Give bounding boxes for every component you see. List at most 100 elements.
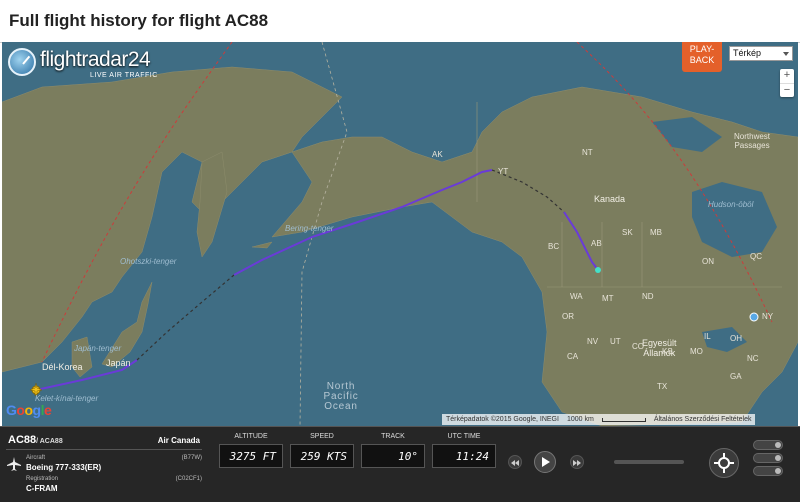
fast-forward-icon (573, 460, 581, 466)
radar-icon (8, 48, 36, 76)
google-letter: e (43, 402, 52, 418)
ocean-label-line-3: Ocean (324, 401, 358, 412)
map-scale-label: 1000 km (566, 416, 594, 423)
map-data-credit: Térképadatok ©2015 Google, INEGI (446, 416, 559, 423)
map-label-ab: AB (591, 239, 602, 248)
flight-map[interactable]: flightradar24 LIVE AIR TRAFFIC PLAY- BAC… (2, 42, 798, 426)
map-label-ut: UT (610, 337, 621, 346)
airplane-icon (7, 457, 21, 471)
map-label-nv: NV (587, 337, 599, 346)
logo-brand-text: flightradar24 (40, 48, 151, 71)
registration-code: (C02CF1) (175, 476, 202, 482)
aircraft-code: (B77W) (181, 455, 202, 461)
gauge-value: 10° (361, 444, 425, 468)
gauge-label: ALTITUDE (234, 433, 268, 440)
flight-callsign: AC88/ ACA88 (8, 434, 63, 446)
map-type-select[interactable]: Térkép (729, 46, 793, 61)
gauge-label: UTC TIME (447, 433, 481, 440)
flightradar24-logo: flightradar24 LIVE AIR TRAFFIC (8, 48, 158, 82)
map-label-ks: KS (662, 347, 673, 356)
zoom-out-button[interactable]: − (780, 84, 794, 98)
map-label-nt: NT (582, 148, 593, 157)
zoom-control: + − (780, 69, 794, 97)
divider (6, 449, 202, 450)
map-label-bc: BC (548, 242, 560, 251)
map-label-nd: ND (642, 292, 654, 301)
map-label-bering: Bering-tenger (285, 224, 334, 233)
northwest-line-2: Passages (734, 141, 770, 150)
map-label-wa: WA (570, 292, 583, 301)
map-scale-bar (601, 417, 646, 422)
altitude-gauge: ALTITUDE 3275 FT (219, 433, 283, 468)
map-label-northwest-passages: Northwest Passages (734, 132, 770, 150)
map-label-mb: MB (650, 228, 662, 237)
map-label-kanada: Kanada (594, 194, 626, 204)
chevron-down-icon (783, 52, 789, 56)
map-label-tx: TX (657, 382, 668, 391)
map-attribution: Térképadatok ©2015 Google, INEGI 1000 km… (442, 414, 756, 425)
map-label-ohotszki: Ohotszki-tenger (120, 257, 177, 266)
map-label-mt: MT (602, 294, 614, 303)
map-label-ny: NY (762, 312, 774, 321)
zoom-in-button[interactable]: + (780, 69, 794, 84)
playback-button[interactable]: PLAY- BACK (682, 42, 722, 72)
map-label-north-pacific: North Pacific Ocean (320, 382, 362, 412)
map-label-japan-tenger: Japán-tenger (74, 344, 122, 353)
map-label-del-korea: Dél-Korea (42, 362, 83, 372)
page-title: Full flight history for flight AC88 (9, 11, 269, 30)
flight-info-panel: AC88/ ACA88 Air Canada Aircraft (B77W) B… (0, 426, 800, 502)
gauge-value: 11:24 (432, 444, 496, 468)
map-label-ca: CA (567, 352, 579, 361)
registration-label: Registration (26, 476, 59, 482)
center-map-button[interactable] (709, 448, 739, 478)
toggle-night-mode[interactable] (753, 440, 783, 450)
map-label-il: IL (704, 332, 711, 341)
callsign-value: AC88 (8, 434, 37, 446)
title-bar: Full flight history for flight AC88 (0, 0, 800, 43)
map-canvas[interactable] (2, 42, 798, 426)
speed-gauge: SPEED 259 KTS (290, 433, 354, 468)
map-label-sk: SK (622, 228, 633, 237)
crosshair-icon (714, 453, 734, 473)
toggle-chart[interactable] (753, 466, 783, 476)
fast-forward-button[interactable] (570, 455, 584, 469)
gauge-label: SPEED (310, 433, 334, 440)
map-label-qc: QC (750, 252, 762, 261)
utc-time-gauge: UTC TIME 11:24 (432, 433, 496, 468)
map-label-nc: NC (747, 354, 759, 363)
gauge-label: TRACK (381, 433, 405, 440)
airline-name: Air Canada (157, 436, 200, 445)
map-label-yt: YT (498, 167, 509, 176)
logo-tagline: LIVE AIR TRAFFIC (90, 72, 158, 79)
map-type-value: Térkép (733, 48, 762, 58)
map-label-or: OR (562, 312, 574, 321)
map-label-mo: MO (690, 347, 703, 356)
registration-value: C-FRAM (26, 484, 58, 493)
map-label-ak: AK (432, 150, 443, 159)
map-label-ga: GA (730, 372, 742, 381)
map-label-on: ON (702, 257, 714, 266)
google-logo: Google (6, 402, 52, 418)
gauge-value: 259 KTS (290, 444, 354, 468)
google-letter: o (24, 402, 33, 418)
display-toggles (753, 440, 783, 479)
map-label-hudson: Hudson-öböl (708, 200, 754, 209)
callsign-alt: / ACA88 (36, 438, 63, 445)
aircraft-label: Aircraft (26, 455, 46, 461)
rewind-icon (511, 460, 519, 466)
flight-details: AC88/ ACA88 Air Canada Aircraft (B77W) B… (6, 432, 202, 498)
toggle-labels[interactable] (753, 453, 783, 463)
track-gauge: TRACK 10° (361, 433, 425, 468)
terms-link[interactable]: Általános Szerződési Feltételek (654, 416, 752, 423)
rewind-button[interactable] (508, 455, 522, 469)
aircraft-type: Boeing 777-333(ER) (26, 463, 102, 472)
play-button[interactable] (534, 451, 556, 473)
google-letter: G (6, 402, 17, 418)
map-label-japan: Japán (106, 358, 131, 368)
gauge-value: 3275 FT (219, 444, 283, 468)
google-letter: g (32, 402, 42, 418)
northwest-line-1: Northwest (734, 132, 771, 141)
map-label-co: CO (632, 342, 644, 351)
playback-progress-slider[interactable] (614, 460, 684, 464)
map-label-oh: OH (730, 334, 742, 343)
